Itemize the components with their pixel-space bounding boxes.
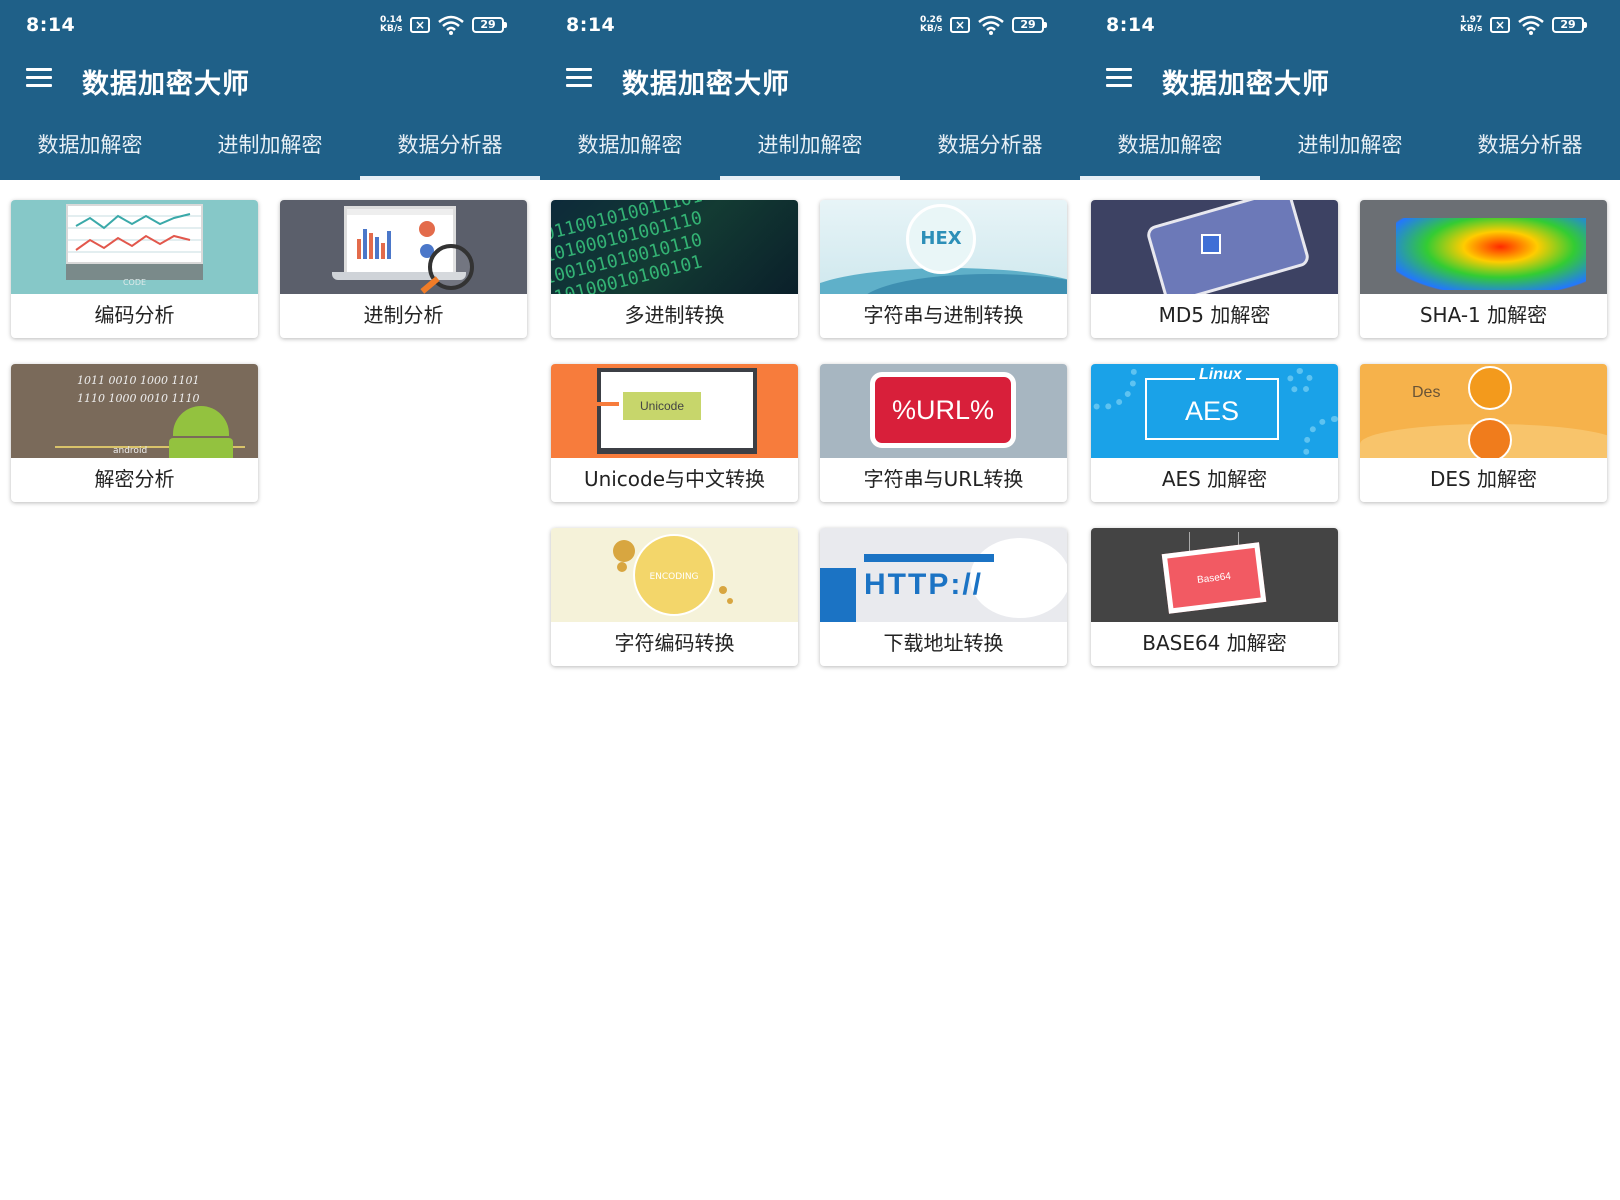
no-sim-icon: × [950,17,970,33]
card-label: Unicode与中文转换 [583,467,766,491]
network-speed: 0.14 KB/s [380,15,403,34]
card-aes[interactable]: AES Linux AES 加解密 [1091,364,1338,502]
stack-icon [1468,418,1512,458]
status-bar: 8:14 1.97 KB/s × 29 [1080,0,1620,52]
card-sha1[interactable]: SHA-1 加解密 [1360,200,1607,338]
card-label: AES 加解密 [1161,467,1268,491]
network-speed: 1.97 KB/s [1460,15,1483,34]
chart-illustration: CODE [11,200,258,294]
tab-data-analyzer[interactable]: 数据分析器 [1440,114,1620,180]
no-sim-icon: × [1490,17,1510,33]
toolbar: 数据加密大师 [0,52,540,110]
card-label: 下载地址转换 [883,631,1004,655]
status-bar: 8:14 0.14 KB/s × 29 [0,0,540,52]
status-indicators: 0.26 KB/s × 29 [920,15,1047,35]
laptop-magnifier-illustration [280,200,527,294]
android-icon [173,406,229,436]
status-time: 8:14 [566,14,616,36]
card-string-hex[interactable]: HEX 字符串与进制转换 [820,200,1067,338]
tab-data-analyzer[interactable]: 数据分析器 [900,114,1080,180]
status-bar: 8:14 0.26 KB/s × 29 [540,0,1080,52]
url-illustration: %URL% [820,364,1067,458]
tab-data-crypto[interactable]: 数据加解密 [0,114,180,180]
hex-illustration: HEX [820,200,1067,294]
tab-data-analyzer[interactable]: 数据分析器 [360,114,540,180]
card-label: DES 加解密 [1429,467,1538,491]
menu-icon[interactable] [1106,68,1132,88]
card-grid: CODE 编码分析 进制分析 1011 0010 1000 1101 1110 … [0,180,540,502]
surface-plot-illustration [1360,200,1607,294]
card-grid: MD5 加解密 SHA-1 加解密 AES Linux AES 加解密 Des … [1080,180,1620,666]
tab-radix-crypto[interactable]: 进制加解密 [720,114,900,180]
menu-icon[interactable] [26,68,52,88]
card-label: 编码分析 [94,303,175,327]
android-illustration: 1011 0010 1000 1101 1110 1000 0010 1110 a… [11,364,258,458]
card-label: 多进制转换 [624,303,725,327]
wifi-icon [1518,15,1544,35]
phone-illustration [1091,200,1338,294]
card-md5[interactable]: MD5 加解密 [1091,200,1338,338]
screen-data-crypto: 8:14 1.97 KB/s × 29 数据加密大师 数据加解密 进制加解密 数… [1080,0,1620,1200]
status-time: 8:14 [1106,14,1156,36]
tab-bar: 数据加解密 进制加解密 数据分析器 [540,114,1080,180]
tab-radix-crypto[interactable]: 进制加解密 [1260,114,1440,180]
app-bar: 8:14 0.26 KB/s × 29 数据加密大师 数据加解密 进制加解密 数… [540,0,1080,180]
screen-radix: 8:14 0.26 KB/s × 29 数据加密大师 数据加解密 进制加解密 数… [540,0,1080,1200]
battery-icon: 29 [1012,17,1047,33]
card-label: 解密分析 [94,467,175,491]
card-label: 进制分析 [363,303,444,327]
screen-analyzer: 8:14 0.14 KB/s × 29 数据加密大师 数据加解密 进制加解密 数… [0,0,540,1200]
http-illustration: HTTP:// [820,528,1067,622]
card-label: 字符串与进制转换 [863,303,1024,327]
wifi-icon [438,15,464,35]
no-sim-icon: × [410,17,430,33]
card-label: 字符串与URL转换 [863,467,1024,491]
tab-radix-crypto[interactable]: 进制加解密 [180,114,360,180]
des-illustration: Des [1360,364,1607,458]
menu-icon[interactable] [566,68,592,88]
card-label: BASE64 加解密 [1142,631,1287,655]
card-charset-convert[interactable]: ENCODING 字符编码转换 [551,528,798,666]
card-grid: 0011001010011101 0101000101001110 110010… [540,180,1080,666]
card-des[interactable]: Des DES 加解密 [1360,364,1607,502]
card-label: MD5 加解密 [1158,303,1271,327]
tab-bar: 数据加解密 进制加解密 数据分析器 [1080,114,1620,180]
tab-data-crypto[interactable]: 数据加解密 [1080,114,1260,180]
tab-bar: 数据加解密 进制加解密 数据分析器 [0,114,540,180]
card-multi-radix[interactable]: 0011001010011101 0101000101001110 110010… [551,200,798,338]
card-base64[interactable]: Base64 BASE64 加解密 [1091,528,1338,666]
unicode-illustration: Unicode [551,364,798,458]
aes-illustration: AES Linux [1091,364,1338,458]
card-string-url[interactable]: %URL% 字符串与URL转换 [820,364,1067,502]
card-unicode-chinese[interactable]: Unicode Unicode与中文转换 [551,364,798,502]
card-decrypt-analysis[interactable]: 1011 0010 1000 1101 1110 1000 0010 1110 a… [11,364,258,502]
encoding-illustration: ENCODING [551,528,798,622]
brush-icon [1468,366,1512,410]
card-encoding-analysis[interactable]: CODE 编码分析 [11,200,258,338]
app-icon [1201,234,1221,254]
card-label: 字符编码转换 [614,631,735,655]
status-indicators: 0.14 KB/s × 29 [380,15,507,35]
card-label: SHA-1 加解密 [1419,303,1548,327]
app-bar: 8:14 1.97 KB/s × 29 数据加密大师 数据加解密 进制加解密 数… [1080,0,1620,180]
toolbar: 数据加密大师 [1080,52,1620,110]
wifi-icon [978,15,1004,35]
base64-illustration: Base64 [1091,528,1338,622]
battery-icon: 29 [472,17,507,33]
battery-icon: 29 [1552,17,1587,33]
status-indicators: 1.97 KB/s × 29 [1460,15,1587,35]
card-download-url[interactable]: HTTP:// 下载地址转换 [820,528,1067,666]
status-time: 8:14 [26,14,76,36]
card-radix-analysis[interactable]: 进制分析 [280,200,527,338]
binary-stream-illustration: 0011001010011101 0101000101001110 110010… [551,200,798,294]
app-title: 数据加密大师 [1162,69,1330,100]
app-title: 数据加密大师 [622,69,790,100]
toolbar: 数据加密大师 [540,52,1080,110]
app-bar: 8:14 0.14 KB/s × 29 数据加密大师 数据加解密 进制加解密 数… [0,0,540,180]
tab-data-crypto[interactable]: 数据加解密 [540,114,720,180]
app-title: 数据加密大师 [82,69,250,100]
network-speed: 0.26 KB/s [920,15,943,34]
